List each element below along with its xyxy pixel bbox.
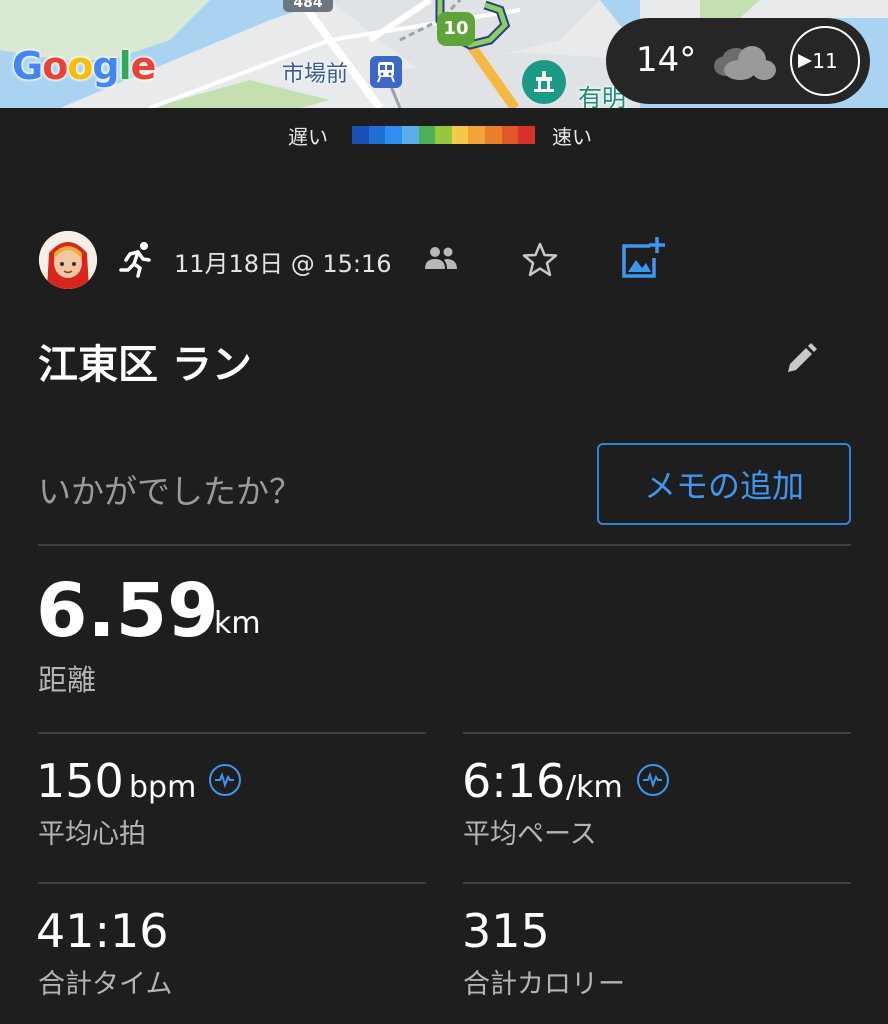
distance-label: 距離 [38,663,97,697]
divider [463,732,851,734]
weather-temperature: 14° [636,40,697,80]
speed-color-scale [352,126,536,144]
total-time-label: 合計タイム [38,969,173,1000]
total-calories-value: 315 [462,904,550,958]
cloud-icon [714,46,776,80]
speed-color-segment [401,126,419,144]
speed-color-segment [468,126,486,144]
station-label: 市場前 [282,62,349,87]
google-logo-letter: o [67,44,93,88]
km-marker: 10 [437,12,475,46]
road-number-badge: 484 [283,0,333,12]
distance-unit: km [214,606,261,641]
weather-pill: 14° 11 [606,18,870,104]
total-time-value: 41:16 [36,904,169,958]
running-icon [119,242,151,278]
google-logo-letter: g [92,44,119,88]
feedback-prompt: いかがでしたか？ [38,472,302,511]
train-station-icon [370,56,402,88]
speed-color-segment [352,126,369,144]
landmark-icon [522,60,566,104]
google-logo-letter: G [12,44,43,88]
divider [38,882,426,884]
avg-heart-rate-value: 150 [36,754,124,808]
avg-heart-rate-label: 平均心拍 [38,819,146,850]
google-logo-letter: l [118,44,132,88]
speed-color-segment [451,126,469,144]
total-calories-label: 合計カロリー [463,969,625,1000]
speed-color-segment [501,126,519,144]
people-icon[interactable] [424,245,458,271]
activity-title: 江東区 ラン [38,342,252,388]
legend-fast-label: 速い [552,125,592,149]
add-memo-button[interactable]: メモの追加 [597,443,851,525]
wind-speed: 11 [812,49,838,73]
avatar[interactable] [39,231,97,289]
speed-color-segment [385,126,402,144]
speed-color-segment [368,126,386,144]
activity-date: 11月18日 @ 15:16 [174,250,392,278]
divider [38,732,426,734]
speed-color-segment [485,126,502,144]
google-logo-letter: o [42,44,68,88]
add-photo-icon[interactable] [620,236,666,282]
route-map[interactable]: 484 10 Google 市場前 有明 14° 11 [0,0,888,108]
pace-chart-icon[interactable] [637,764,669,796]
speed-color-segment [435,126,452,144]
divider [38,544,851,546]
avg-pace-label: 平均ペース [463,819,597,850]
speed-color-segment [518,126,536,144]
avg-pace-unit: /km [566,770,623,805]
distance-value: 6.59 [36,568,219,654]
edit-icon[interactable] [784,342,818,376]
speed-color-segment [418,126,436,144]
legend-slow-label: 遅い [288,125,328,149]
heart-rate-icon[interactable] [209,764,241,796]
divider [463,882,851,884]
avg-heart-rate-unit: bpm [129,770,197,805]
google-logo: Google [12,44,157,88]
google-logo-letter: e [130,44,157,88]
wind-dial: 11 [790,26,860,96]
avg-pace-value: 6:16 [462,754,566,808]
star-icon[interactable] [520,240,560,280]
